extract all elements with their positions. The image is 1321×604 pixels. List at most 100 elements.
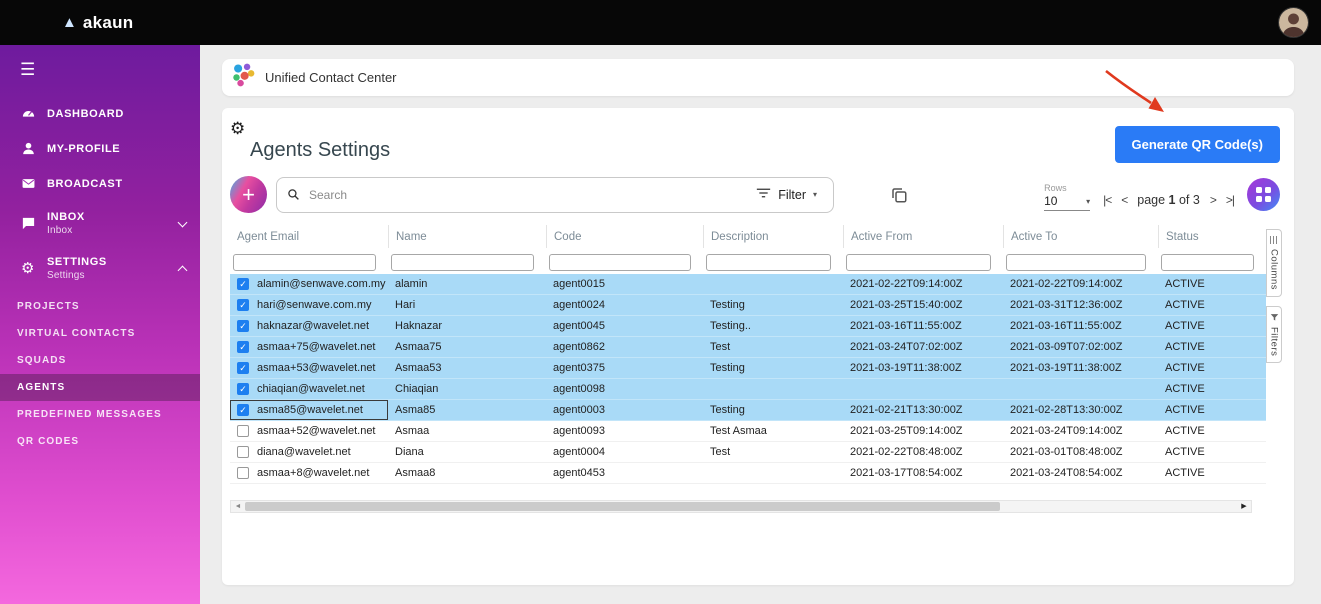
copy-icon-button[interactable] [890,186,908,204]
column-filter-input[interactable] [1006,254,1146,271]
table-row[interactable]: ✓haknazar@wavelet.netHaknazaragent0045Te… [230,316,1266,337]
cell-active_from [843,379,1003,399]
prev-page-button[interactable]: < [1121,193,1127,207]
row-checkbox[interactable]: ✓ [237,278,249,290]
column-header[interactable]: Active From [843,225,1003,248]
cell-active_to: 2021-03-01T08:48:00Z [1003,442,1158,462]
cell-description: Testing.. [703,316,843,336]
sidebar-item-label: BROADCAST [47,178,123,190]
gear-icon: ⚙ [20,261,36,276]
table-row[interactable]: diana@wavelet.netDianaagent0004Test2021-… [230,442,1266,463]
filter-cell [703,252,843,271]
row-checkbox[interactable]: ✓ [237,341,249,353]
row-checkbox[interactable] [237,467,249,479]
toolbar: + Filter ▾ Rows [230,176,1280,213]
column-header[interactable]: Name [388,225,546,248]
column-filter-input[interactable] [846,254,991,271]
sidebar-item-inbox[interactable]: INBOX Inbox [0,201,200,246]
table-row[interactable]: asmaa+52@wavelet.netAsmaaagent0093Test A… [230,421,1266,442]
sidebar-item-broadcast[interactable]: BROADCAST [0,166,200,201]
sidebar-item-label: SETTINGS [47,256,107,268]
search-input[interactable] [307,187,740,203]
cell-name: Chiaqian [388,379,546,399]
rows-per-page-select[interactable]: Rows 10 ▾ [1044,183,1090,211]
table-row[interactable]: ✓asma85@wavelet.netAsma85agent0003Testin… [230,400,1266,421]
cell-active_from: 2021-02-21T13:30:00Z [843,400,1003,420]
cell-name: alamin [388,274,546,294]
cell-status: ACTIVE [1158,316,1266,336]
unified-contact-center-icon [230,62,256,93]
cell-description: Test [703,337,843,357]
user-avatar[interactable] [1278,7,1309,38]
add-agent-button[interactable]: + [230,176,267,213]
cell-active_to [1003,379,1158,399]
pagination: |< < page 1 of 3 > >| [1103,193,1234,211]
row-checkbox[interactable]: ✓ [237,404,249,416]
main-content: Unified Contact Center ⚙ Agents Settings… [200,45,1321,604]
cell-name: Asmaa53 [388,358,546,378]
row-checkbox[interactable]: ✓ [237,362,249,374]
table-row[interactable]: ✓asmaa+53@wavelet.netAsmaa53agent0375Tes… [230,358,1266,379]
cell-email: diana@wavelet.net [230,442,388,462]
table-row[interactable]: ✓alamin@senwave.com.myalaminagent0015202… [230,274,1266,295]
columns-tab[interactable]: Columns [1266,229,1282,297]
envelope-icon [20,176,36,191]
sidebar-item-dashboard[interactable]: DASHBOARD [0,96,200,131]
column-header[interactable]: Active To [1003,225,1158,248]
column-filter-input[interactable] [549,254,691,271]
row-checkbox[interactable]: ✓ [237,383,249,395]
sidebar-item-my-profile[interactable]: MY-PROFILE [0,131,200,166]
sidebar-item-predefined-messages[interactable]: PREDEFINED MESSAGES [0,401,200,428]
table-row[interactable]: ✓asmaa+75@wavelet.netAsmaa75agent0862Tes… [230,337,1266,358]
grid-view-button[interactable] [1247,178,1280,211]
column-filter-input[interactable] [233,254,376,271]
filter-cell [546,252,703,271]
column-filter-input[interactable] [1161,254,1254,271]
filter-button[interactable]: Filter ▾ [740,178,833,212]
row-checkbox[interactable] [237,446,249,458]
app-logo[interactable]: ▲ akaun [62,13,134,33]
generate-qr-button[interactable]: Generate QR Code(s) [1115,126,1280,163]
table-row[interactable]: asmaa+8@wavelet.netAsmaa8agent04532021-0… [230,463,1266,484]
scrollbar-thumb[interactable] [245,502,1000,511]
first-page-button[interactable]: |< [1103,193,1111,207]
filter-cell [1003,252,1158,271]
grid-icon [1256,187,1271,202]
cell-active_from: 2021-02-22T08:48:00Z [843,442,1003,462]
sidebar-item-squads[interactable]: SQUADS [0,347,200,374]
sidebar-item-projects[interactable]: PROJECTS [0,293,200,320]
column-header[interactable]: Agent Email [230,225,388,248]
scroll-left-icon[interactable]: ◄ [231,503,245,510]
cell-active_from: 2021-03-16T11:55:00Z [843,316,1003,336]
filter-cell [843,252,1003,271]
filter-cell [230,252,388,271]
row-checkbox[interactable]: ✓ [237,299,249,311]
cell-active_from: 2021-03-19T11:38:00Z [843,358,1003,378]
sidebar-item-virtual-contacts[interactable]: VIRTUAL CONTACTS [0,320,200,347]
rows-label: Rows [1044,183,1090,193]
sidebar-item-qr-codes[interactable]: QR CODES [0,428,200,455]
horizontal-scrollbar[interactable]: ◄ ▶ [230,500,1252,513]
cell-code: agent0004 [546,442,703,462]
next-page-button[interactable]: > [1210,193,1216,207]
column-header[interactable]: Code [546,225,703,248]
column-filter-input[interactable] [391,254,534,271]
filters-tab[interactable]: Filters [1266,306,1282,363]
sidebar-item-agents[interactable]: AGENTS [0,374,200,401]
column-filter-input[interactable] [706,254,831,271]
menu-icon[interactable]: ☰ [0,45,40,80]
column-header[interactable]: Status [1158,225,1266,248]
dashboard-icon [20,106,36,121]
scroll-right-icon[interactable]: ▶ [1237,503,1251,510]
last-page-button[interactable]: >| [1226,193,1234,207]
row-checkbox[interactable] [237,425,249,437]
table-row[interactable]: ✓chiaqian@wavelet.netChiaqianagent0098AC… [230,379,1266,400]
sidebar-item-settings[interactable]: ⚙ SETTINGS Settings [0,246,200,291]
column-header[interactable]: Description [703,225,843,248]
table-header-row: Agent EmailNameCodeDescriptionActive Fro… [230,225,1266,248]
cell-active_to: 2021-03-31T12:36:00Z [1003,295,1158,315]
row-checkbox[interactable]: ✓ [237,320,249,332]
filters-tab-label: Filters [1269,327,1280,356]
cell-description: Test [703,442,843,462]
table-row[interactable]: ✓hari@senwave.com.myHariagent0024Testing… [230,295,1266,316]
